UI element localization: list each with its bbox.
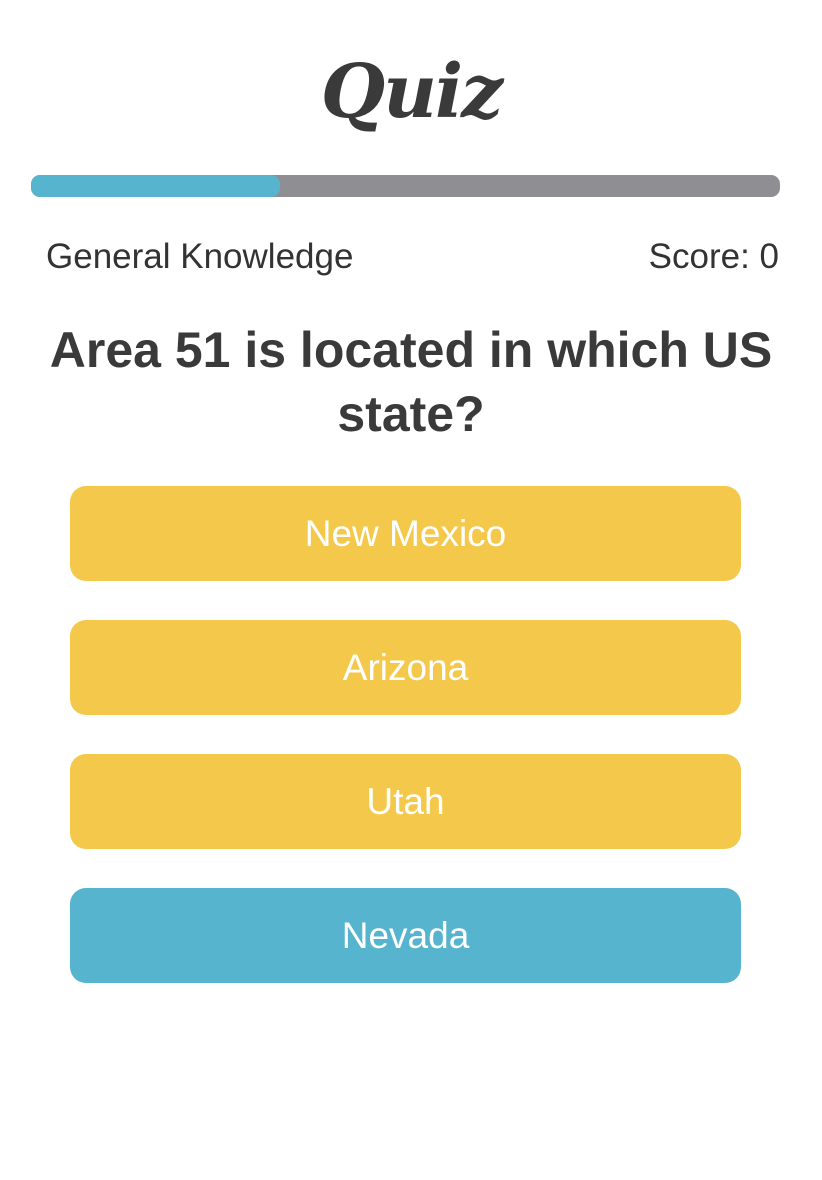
question-text: Area 51 is located in which US state?	[49, 322, 773, 442]
quiz-title: Quiz	[320, 49, 503, 135]
answer-button-nevada[interactable]: Nevada	[70, 888, 741, 983]
progress-fill	[31, 175, 281, 197]
answer-button-utah[interactable]: Utah	[70, 754, 741, 849]
category-label: General Knowledge	[46, 237, 354, 276]
score-label: Score: 0	[648, 237, 779, 276]
answer-button-arizona[interactable]: Arizona	[70, 620, 741, 715]
answer-button-new-mexico[interactable]: New Mexico	[70, 486, 741, 581]
progress-bar	[31, 175, 780, 197]
